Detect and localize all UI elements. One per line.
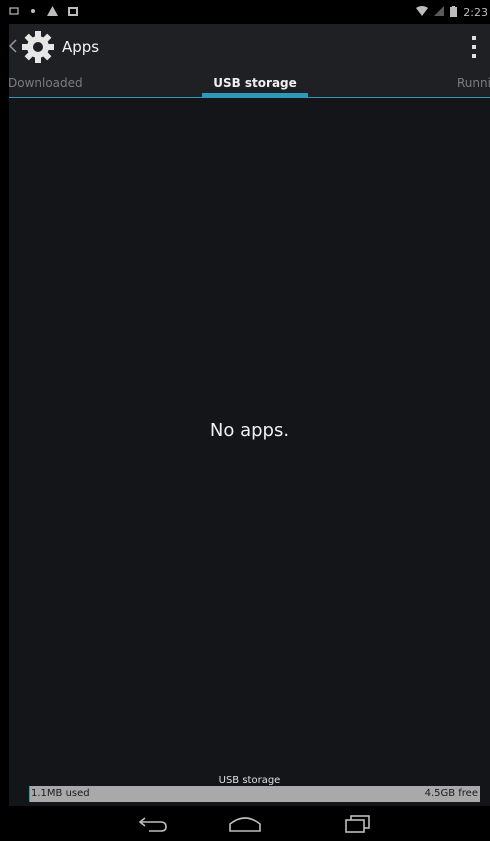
storage-bar: 1.1MB used 4.5GB free: [29, 786, 480, 802]
status-bar: 2:23: [9, 0, 490, 24]
tab-running[interactable]: Runnin: [457, 76, 490, 90]
status-time: 2:23: [463, 5, 488, 19]
storage-caption: USB storage: [218, 775, 281, 786]
storage-free-label: 4.5GB free: [424, 788, 478, 799]
notification-icon: [9, 6, 19, 18]
screen: 2:23 Apps Downloaded USB storage Runni N…: [9, 0, 490, 841]
nav-bar: [9, 806, 490, 841]
tab-downloaded[interactable]: Downloaded: [9, 76, 83, 90]
download-icon: [29, 6, 37, 18]
home-icon[interactable]: [227, 814, 261, 834]
page-title: Apps: [62, 38, 100, 56]
status-left-icons: [9, 6, 78, 18]
status-right-icons: 2:23: [416, 5, 490, 19]
storage-used-label: 1.1MB used: [31, 788, 90, 799]
recents-icon[interactable]: [342, 814, 374, 834]
signal-icon: [434, 6, 445, 18]
battery-icon: [450, 5, 458, 19]
action-bar: Apps: [9, 24, 490, 71]
overflow-menu-icon[interactable]: [471, 36, 477, 58]
chevron-left-icon[interactable]: [9, 38, 19, 58]
back-icon[interactable]: [137, 814, 169, 834]
wifi-icon: [416, 6, 429, 18]
empty-state-message: No apps.: [209, 420, 290, 441]
tab-selected-indicator: [202, 93, 308, 97]
settings-gear-icon[interactable]: [21, 30, 55, 64]
storage-used-fill: [29, 786, 30, 802]
tab-strip: Downloaded USB storage Runnin: [9, 71, 490, 98]
warning-icon: [47, 6, 58, 18]
image-icon: [68, 6, 78, 18]
tab-usb-storage[interactable]: USB storage: [202, 76, 308, 90]
